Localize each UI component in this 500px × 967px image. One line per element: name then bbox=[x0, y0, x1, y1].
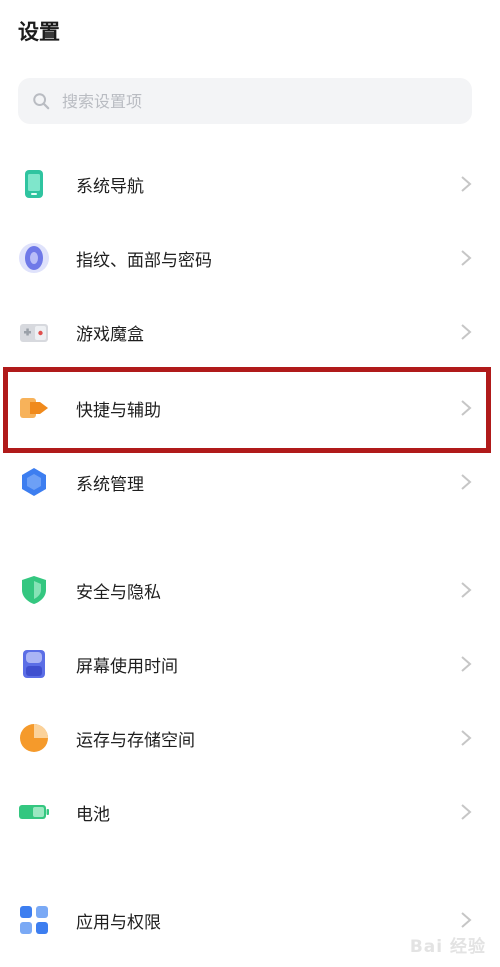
chevron-right-icon bbox=[461, 582, 472, 598]
phone-icon bbox=[25, 170, 43, 198]
settings-item-label: 系统管理 bbox=[76, 474, 144, 495]
settings-item-game-box[interactable]: 游戏魔盒 bbox=[0, 301, 500, 363]
chevron-right-icon bbox=[461, 324, 472, 340]
game-box-icon bbox=[20, 324, 48, 342]
settings-item-battery[interactable]: 电池 bbox=[0, 781, 500, 843]
chevron-right-icon bbox=[461, 250, 472, 266]
page-title: 设置 bbox=[18, 20, 60, 44]
settings-item-label: 游戏魔盒 bbox=[76, 324, 144, 345]
chevron-right-icon bbox=[461, 656, 472, 672]
settings-item-system-management[interactable]: 系统管理 bbox=[0, 451, 500, 513]
settings-item-label: 系统导航 bbox=[76, 176, 144, 197]
battery-icon bbox=[19, 805, 49, 819]
settings-item-label: 电池 bbox=[76, 804, 110, 825]
settings-item-system-navigation[interactable]: 系统导航 bbox=[0, 153, 500, 215]
watermark: Bai 经验 bbox=[409, 937, 486, 957]
search-input[interactable] bbox=[60, 90, 444, 112]
settings-item-label: 运存与存储空间 bbox=[76, 730, 195, 751]
shield-icon bbox=[22, 576, 46, 604]
chevron-right-icon bbox=[461, 804, 472, 820]
fingerprint-icon bbox=[19, 243, 49, 273]
settings-item-label: 应用与权限 bbox=[76, 912, 161, 933]
chevron-right-icon bbox=[461, 474, 472, 490]
settings-item-memory-storage[interactable]: 运存与存储空间 bbox=[0, 707, 500, 769]
settings-item-label: 屏幕使用时间 bbox=[76, 656, 178, 677]
settings-item-screen-time[interactable]: 屏幕使用时间 bbox=[0, 633, 500, 695]
highlight-box bbox=[3, 367, 491, 453]
search-bar[interactable] bbox=[18, 78, 472, 124]
apps-grid-icon bbox=[20, 906, 48, 934]
settings-item-security-privacy[interactable]: 安全与隐私 bbox=[0, 559, 500, 621]
settings-item-label: 指纹、面部与密码 bbox=[76, 250, 212, 271]
hourglass-icon bbox=[23, 650, 45, 678]
search-icon bbox=[33, 93, 50, 110]
settings-item-label: 安全与隐私 bbox=[76, 582, 161, 603]
chevron-right-icon bbox=[461, 912, 472, 928]
chevron-right-icon bbox=[461, 176, 472, 192]
hexagon-icon bbox=[22, 468, 46, 496]
pie-chart-icon bbox=[20, 724, 48, 752]
chevron-right-icon bbox=[461, 730, 472, 746]
settings-item-fingerprint-face-password[interactable]: 指纹、面部与密码 bbox=[0, 227, 500, 289]
